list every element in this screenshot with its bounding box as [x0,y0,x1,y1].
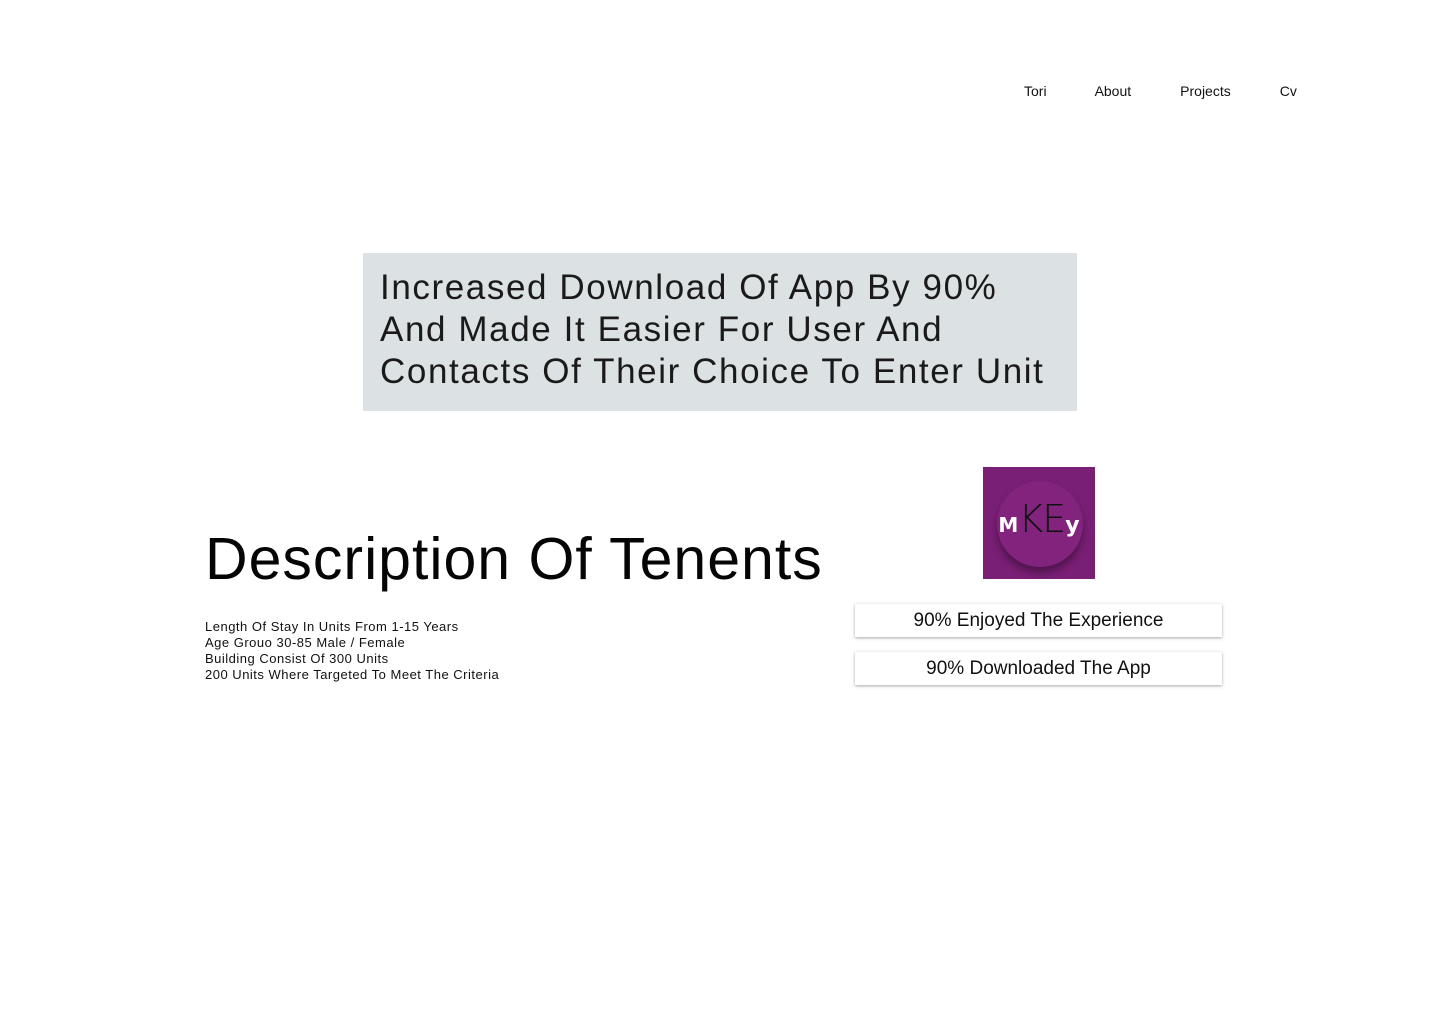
logo-letter-y: y [1065,513,1080,538]
list-item: Age Grouo 30-85 Male / Female [205,635,406,650]
tenant-description-list: Length Of Stay In Units From 1-15 Years … [205,619,499,683]
description-title: Description Of Tenents [205,526,823,592]
list-item: Building Consist Of 300 Units [205,651,389,666]
nav-link-about[interactable]: About [1095,82,1132,100]
result-banner-text: Increased Download Of App By 90% And Mad… [380,268,1045,391]
stat-card-downloaded: 90% Downloaded The App [855,652,1222,685]
nav-link-cv[interactable]: Cv [1280,82,1297,100]
nav-link-tori[interactable]: Tori [1024,82,1047,100]
logo-letters-ke: KE [1018,497,1066,541]
mkey-app-logo: MKEy [983,467,1095,579]
page: Tori About Projects Cv Increased Downloa… [0,0,1440,1024]
logo-wordmark: MKEy [983,499,1095,547]
stat-card-enjoyed: 90% Enjoyed The Experience [855,604,1222,637]
list-item: 200 Units Where Targeted To Meet The Cri… [205,667,500,682]
list-item: Length Of Stay In Units From 1-15 Years [205,619,459,634]
result-banner: Increased Download Of App By 90% And Mad… [363,253,1077,411]
top-nav: Tori About Projects Cv [1024,82,1297,100]
nav-link-projects[interactable]: Projects [1180,82,1231,100]
logo-letter-m: M [998,513,1019,537]
